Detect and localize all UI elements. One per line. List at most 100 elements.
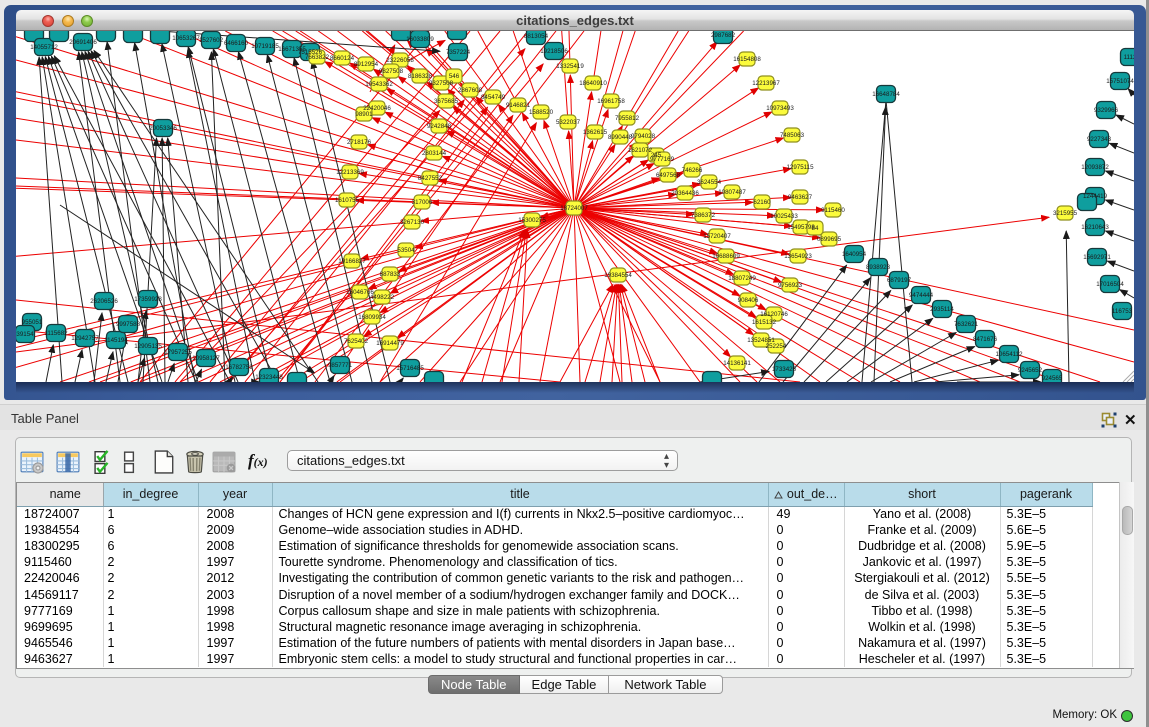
svg-text:62160: 62160 (753, 199, 771, 206)
svg-text:7386372: 7386372 (691, 212, 716, 219)
svg-text:1621072: 1621072 (628, 147, 653, 154)
svg-text:1244419: 1244419 (1083, 193, 1108, 200)
svg-text:17359928: 17359928 (134, 296, 162, 303)
svg-text:3267130: 3267130 (400, 219, 425, 226)
svg-text:13325419: 13325419 (556, 63, 584, 70)
svg-text:924565: 924565 (1042, 375, 1063, 382)
svg-text:10688609: 10688609 (712, 253, 740, 260)
svg-text:15720407: 15720407 (703, 233, 731, 240)
svg-text:17957255: 17957255 (164, 349, 192, 356)
svg-text:908406: 908406 (738, 297, 759, 304)
svg-text:7632621: 7632621 (954, 321, 979, 328)
svg-text:16809934: 16809934 (358, 314, 386, 321)
svg-text:16648784: 16648784 (872, 91, 900, 98)
svg-text:0899695: 0899695 (817, 236, 842, 243)
svg-text:317006: 317006 (412, 199, 433, 206)
svg-text:20053346: 20053346 (149, 125, 177, 132)
svg-text:1588520: 1588520 (529, 109, 554, 116)
svg-text:8912954: 8912954 (354, 61, 379, 68)
svg-text:887833: 887833 (380, 271, 401, 278)
svg-text:9463627: 9463627 (788, 194, 813, 201)
svg-text:8938923: 8938923 (866, 264, 891, 271)
svg-text:12213369: 12213369 (336, 169, 364, 176)
svg-text:9242848: 9242848 (427, 123, 452, 130)
svg-text:7357224: 7357224 (446, 49, 471, 56)
svg-text:9115460: 9115460 (821, 207, 845, 214)
svg-text:8660124: 8660124 (330, 55, 355, 62)
svg-text:18807249: 18807249 (728, 275, 756, 282)
svg-text:20691406: 20691406 (69, 39, 97, 46)
svg-text:53504: 53504 (397, 247, 415, 254)
svg-text:10807487: 10807487 (718, 189, 746, 196)
svg-text:10973493: 10973493 (766, 105, 794, 112)
svg-text:2718176: 2718176 (347, 139, 372, 146)
svg-text:9756923: 9756923 (778, 282, 803, 289)
svg-text:3624554: 3624554 (697, 179, 722, 186)
svg-text:9329966: 9329966 (1094, 107, 1119, 114)
svg-text:12213967: 12213967 (752, 80, 780, 87)
svg-text:9245652: 9245652 (1018, 367, 1043, 374)
svg-text:9146821: 9146821 (506, 102, 531, 109)
svg-text:16154808: 16154808 (733, 56, 761, 63)
svg-text:7663822: 7663822 (305, 54, 330, 61)
svg-text:1362615: 1362615 (583, 129, 608, 136)
svg-text:5322037: 5322037 (556, 119, 581, 126)
svg-text:13654923: 13654923 (784, 253, 812, 260)
svg-text:12975115: 12975115 (786, 164, 814, 171)
svg-text:17016504: 17016504 (1096, 281, 1124, 288)
svg-text:19218506: 19218506 (540, 48, 568, 55)
svg-text:2935114: 2935114 (930, 306, 954, 313)
svg-text:746266: 746266 (682, 167, 703, 174)
svg-text:6466160: 6466160 (224, 40, 249, 47)
svg-text:2867608: 2867608 (458, 87, 483, 94)
svg-text:9794028: 9794028 (631, 133, 656, 140)
svg-text:1610755: 1610755 (335, 197, 360, 204)
svg-text:12942757: 12942757 (71, 335, 99, 342)
svg-text:14055712: 14055712 (30, 44, 58, 51)
svg-text:12323448: 12323448 (255, 374, 283, 381)
svg-text:1115682: 1115682 (44, 330, 68, 337)
svg-text:12905135: 12905135 (134, 343, 162, 350)
svg-text:546: 546 (449, 73, 460, 80)
svg-text:18640910: 18640910 (579, 80, 607, 87)
svg-text:14136141: 14136141 (723, 360, 751, 367)
svg-text:955051: 955051 (22, 319, 43, 326)
svg-text:9827508: 9827508 (379, 68, 404, 75)
svg-text:10653267: 10653267 (172, 35, 200, 42)
svg-text:26206526: 26206526 (90, 298, 118, 305)
svg-text:12093872: 12093872 (1081, 164, 1109, 171)
svg-text:8471676: 8471676 (973, 336, 998, 343)
svg-text:15692971: 15692971 (1083, 254, 1111, 261)
svg-text:1145194: 1145194 (104, 337, 128, 344)
svg-text:1615132: 1615132 (752, 319, 777, 326)
svg-text:9327508: 9327508 (429, 80, 454, 87)
svg-text:8186328: 8186328 (408, 73, 433, 80)
svg-text:16782759: 16782759 (225, 364, 253, 371)
svg-text:6879197: 6879197 (887, 277, 912, 284)
svg-text:16914479: 16914479 (376, 340, 404, 347)
svg-text:10025433: 10025433 (770, 213, 798, 220)
svg-text:4498222: 4498222 (370, 294, 395, 301)
svg-text:7485063: 7485063 (780, 132, 805, 139)
svg-text:1640954: 1640954 (842, 251, 867, 258)
svg-text:6497568: 6497568 (656, 172, 681, 179)
svg-text:16210643: 16210643 (1081, 224, 1109, 231)
svg-text:10654112: 10654112 (995, 351, 1023, 358)
svg-text:16120746: 16120746 (760, 311, 788, 318)
svg-text:9227343: 9227343 (1087, 136, 1112, 143)
svg-text:8454749: 8454749 (481, 94, 506, 101)
svg-text:3215955: 3215955 (1053, 210, 1078, 217)
svg-text:116753: 116753 (1112, 308, 1133, 315)
svg-text:10958127: 10958127 (192, 355, 220, 362)
svg-text:10543362: 10543362 (365, 81, 393, 88)
svg-text:16033809: 16033809 (406, 36, 434, 43)
svg-text:1112: 1112 (1124, 54, 1134, 61)
svg-text:15300275: 15300275 (518, 217, 546, 224)
svg-text:15751074: 15751074 (1106, 78, 1134, 85)
svg-text:7625402: 7625402 (344, 338, 369, 345)
svg-text:8813054: 8813054 (524, 33, 549, 40)
svg-text:1527602: 1527602 (199, 37, 224, 44)
svg-text:84: 84 (812, 225, 819, 232)
svg-text:10719185: 10719185 (251, 43, 279, 50)
svg-text:9997588: 9997588 (116, 321, 141, 328)
